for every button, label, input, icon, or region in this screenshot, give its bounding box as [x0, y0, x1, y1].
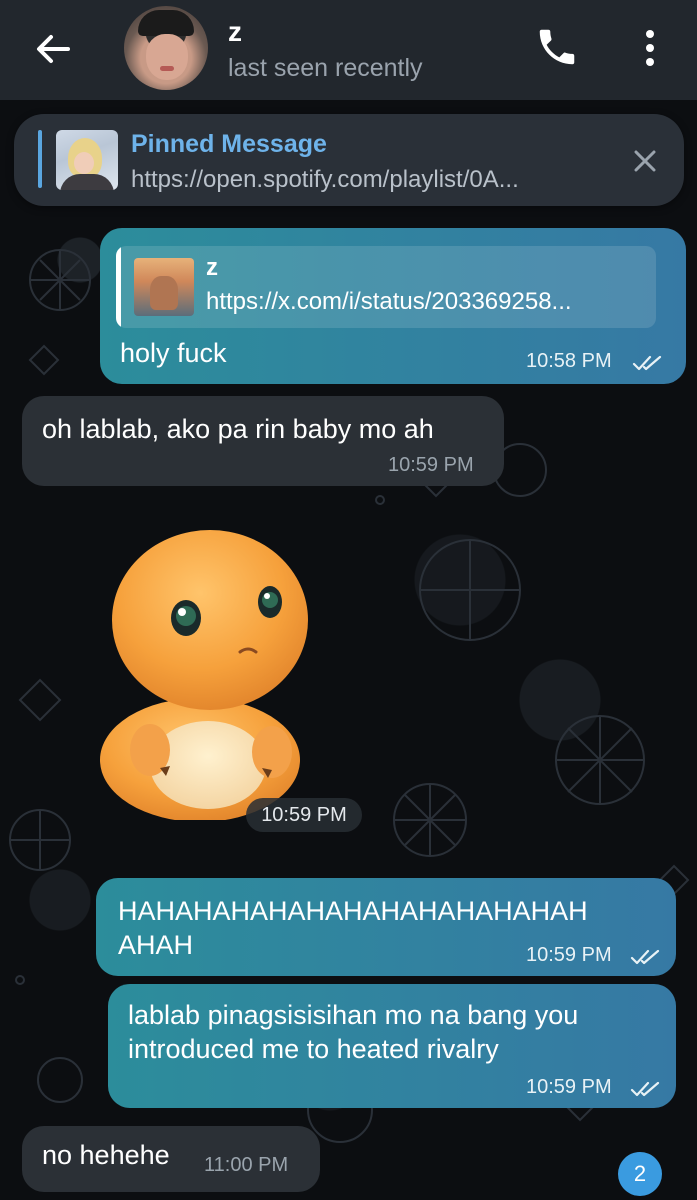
pinned-thumbnail: [56, 130, 118, 190]
last-seen-status: last seen recently: [228, 54, 423, 82]
double-check-icon: [630, 1081, 660, 1097]
message-time: 10:58 PM: [526, 350, 612, 372]
more-vertical-icon: [646, 30, 654, 66]
reply-author: z: [206, 254, 218, 281]
back-arrow-icon: [37, 35, 70, 63]
chat-title[interactable]: z: [228, 16, 242, 48]
message-incoming[interactable]: oh lablab, ako pa rin baby mo ah 10:59 P…: [22, 396, 504, 486]
message-outgoing[interactable]: z https://x.com/i/status/203369258... ho…: [100, 228, 686, 384]
message-line: AHAH: [118, 930, 194, 960]
message-line: lablab pinagsisisihan mo na bang you: [128, 1000, 579, 1030]
message-time: 10:59 PM: [526, 1076, 612, 1098]
sticker-time: 10:59 PM: [246, 798, 362, 832]
phone-icon: [539, 29, 575, 65]
message-line: HAHAHAHAHAHAHAHAHAHAHAHAH: [118, 896, 588, 926]
double-check-icon: [632, 355, 662, 371]
more-options-button[interactable]: [628, 24, 672, 72]
unpin-button[interactable]: [632, 148, 658, 174]
message-outgoing[interactable]: lablab pinagsisisihan mo na bang you int…: [108, 984, 676, 1108]
back-button[interactable]: [30, 26, 76, 72]
reply-thumbnail: [134, 258, 194, 316]
sticker-charmander[interactable]: [90, 520, 330, 822]
message-time: 11:00 PM: [204, 1154, 289, 1176]
double-check-icon: [630, 949, 660, 965]
reply-quote[interactable]: z https://x.com/i/status/203369258...: [116, 246, 656, 328]
message-outgoing[interactable]: HAHAHAHAHAHAHAHAHAHAHAHAH AHAH 10:59 PM: [96, 878, 676, 976]
message-line: introduced me to heated rivalry: [128, 1034, 499, 1064]
message-text: oh lablab, ako pa rin baby mo ah: [42, 414, 434, 444]
pinned-accent-bar: [38, 130, 42, 188]
pinned-message-bar[interactable]: Pinned Message https://open.spotify.com/…: [14, 114, 684, 206]
pinned-text: https://open.spotify.com/playlist/0A...: [131, 166, 519, 193]
call-button[interactable]: [534, 24, 580, 70]
close-icon: [634, 150, 656, 172]
message-time: 10:59 PM: [526, 944, 612, 966]
message-text: no hehehe: [42, 1140, 170, 1170]
message-text: holy fuck: [120, 338, 227, 368]
message-time: 10:59 PM: [388, 454, 474, 476]
message-incoming[interactable]: no hehehe 11:00 PM: [22, 1126, 320, 1192]
chat-header: z last seen recently: [0, 0, 697, 100]
reply-text: https://x.com/i/status/203369258...: [206, 288, 572, 315]
pinned-title: Pinned Message: [131, 130, 327, 158]
avatar[interactable]: [124, 6, 208, 90]
message-text: HAHAHAHAHAHAHAHAHAHAHAHAH AHAH: [118, 894, 588, 962]
message-text: lablab pinagsisisihan mo na bang you int…: [128, 998, 578, 1066]
sticker-image: [100, 530, 308, 822]
unread-count-badge[interactable]: 2: [618, 1152, 662, 1196]
